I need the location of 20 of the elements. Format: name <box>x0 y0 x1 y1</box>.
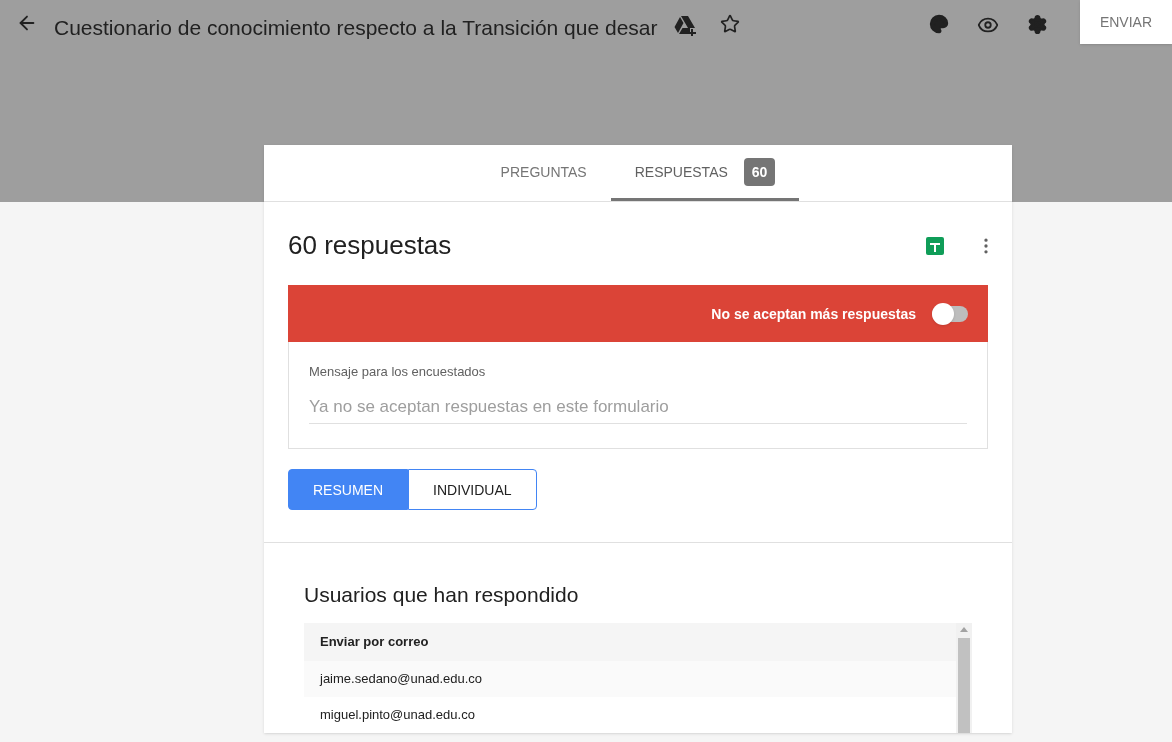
email-cell: jaime.sedano@unad.edu.co <box>304 660 956 697</box>
tab[interactable]: RESPUESTAS 60 <box>610 145 800 201</box>
form-title: Cuestionario de conocimiento respecto a la Transición que desar <box>54 15 658 41</box>
palette-icon[interactable] <box>928 14 949 34</box>
count-badge: 60 <box>743 157 776 186</box>
accepting-switch[interactable] <box>932 305 968 322</box>
drive-add-icon[interactable] <box>673 16 696 36</box>
spreadsheet-icon[interactable] <box>926 236 944 255</box>
responses-count: 60 respuestas <box>288 229 453 262</box>
column-header: Enviar por correo <box>304 622 956 661</box>
star-icon[interactable] <box>719 14 740 34</box>
tab[interactable]: PREGUNTAS <box>476 145 611 201</box>
respondents-title: Usuarios que han respondido <box>304 582 580 608</box>
view-toggle[interactable]: RESUMEN <box>288 469 408 510</box>
settings-icon[interactable] <box>1026 14 1048 35</box>
view-toggle[interactable]: INDIVIDUAL <box>408 469 537 510</box>
send-button[interactable]: ENVIAR <box>1079 0 1172 44</box>
accepting-label: No se aceptan más respuestas <box>711 304 916 324</box>
message-label: Mensaje para los encuestados <box>309 363 487 381</box>
scrollbar[interactable] <box>956 622 972 733</box>
